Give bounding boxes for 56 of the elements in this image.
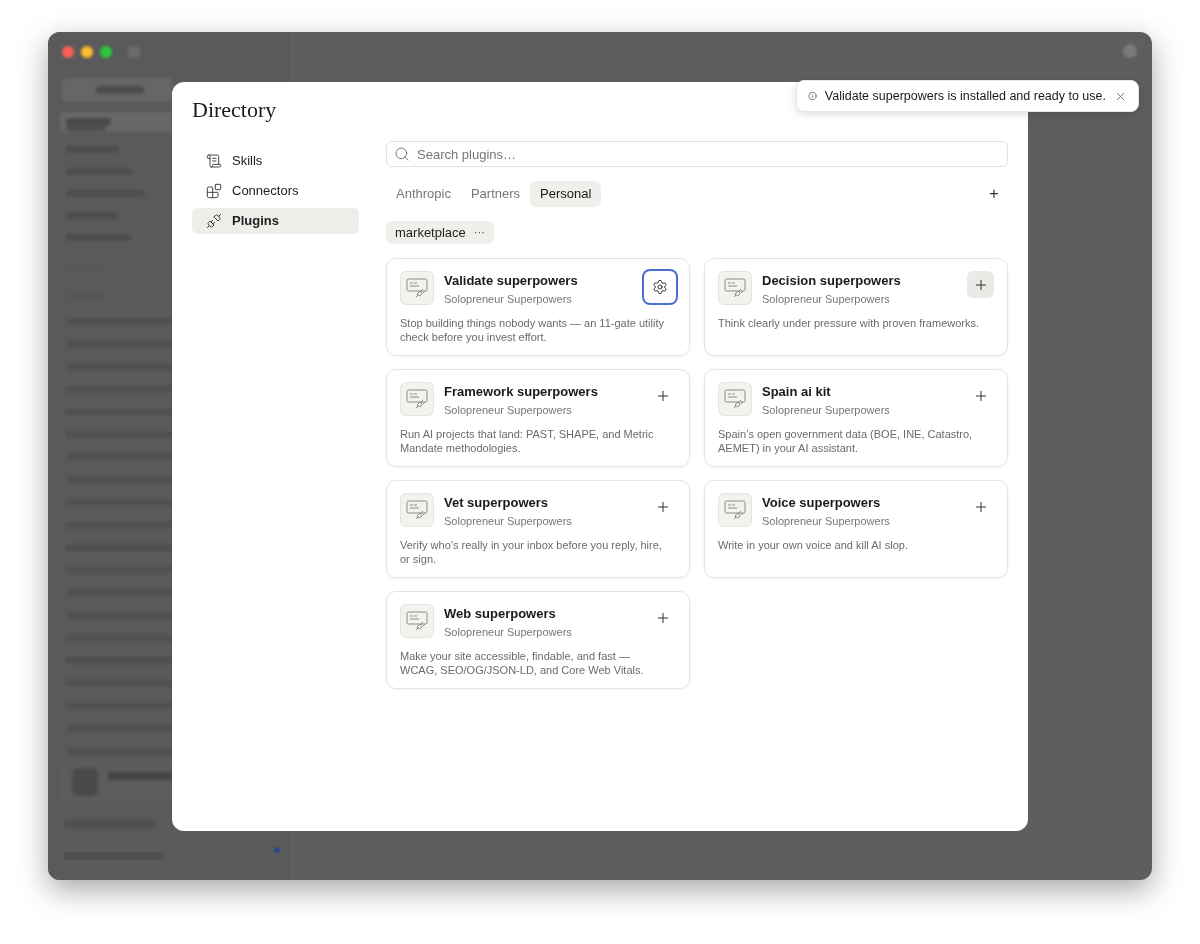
dialog-title: Directory (192, 98, 278, 122)
search-icon (394, 146, 410, 162)
plugin-icon (400, 271, 434, 305)
nav-item[interactable]: Skills (192, 148, 359, 174)
plugin-description: Verify who’s really in your inbox before you reply, hire, or sign. (400, 539, 663, 566)
plugin-card[interactable]: Framework superpowers Solopreneur Superpowers Run AI projects that land: PAST, SHAPE, and Metric Mandate methodologies. (386, 369, 690, 467)
add-tab-button[interactable]: + (984, 184, 1004, 204)
plugin-card[interactable]: Validate superpowers Solopreneur Superpowers Stop building things nobody wants — an 11-gate utility check before you invest effort. (386, 258, 690, 356)
plugin-card[interactable]: Spain ai kit Solopreneur Superpowers Spain’s open government data (BOE, INE, Catastro, AEMET) in your AI assistant. (704, 369, 1008, 467)
plugin-name: Validate superpowers (444, 272, 579, 290)
plugin-description: Run AI projects that land: PAST, SHAPE, and Metric Mandate methodologies. (400, 428, 655, 455)
toast-message: Validate superpowers is installed and ready to use. (824, 87, 1106, 105)
marketplace-filter[interactable]: marketplace ··· (386, 221, 494, 244)
settings-icon (652, 279, 668, 295)
plug-icon (206, 213, 222, 229)
plugin-description: Write in your own voice and kill AI slop. (718, 539, 909, 553)
plugin-card[interactable]: Voice superpowers Solopreneur Superpowers Write in your own voice and kill AI slop. (704, 480, 1008, 578)
plugin-publisher: Solopreneur Superpowers (444, 514, 573, 529)
plugin-name: Web superpowers (444, 605, 557, 623)
plugin-name: Voice superpowers (762, 494, 882, 512)
settings-button[interactable] (644, 271, 676, 303)
plugin-icon (400, 493, 434, 527)
nav-item[interactable]: Connectors (192, 178, 359, 204)
plugin-icon (718, 382, 752, 416)
plugin-publisher: Solopreneur Superpowers (762, 403, 891, 418)
notification-dot-icon (274, 847, 280, 853)
plugin-name: Spain ai kit (762, 383, 832, 401)
tab[interactable]: Anthropic (386, 181, 461, 207)
plugin-icon (400, 382, 434, 416)
plugin-name: Decision superpowers (762, 272, 902, 290)
plugin-description: Stop building things nobody wants — an 11-gate utility check before you invest effort. (400, 317, 665, 344)
add-button[interactable] (967, 271, 994, 298)
plugin-publisher: Solopreneur Superpowers (444, 403, 573, 418)
info-icon (808, 89, 817, 103)
account-icon (1122, 43, 1138, 59)
scroll-icon (206, 153, 222, 169)
plugin-description: Spain’s open government data (BOE, INE, Catastro, AEMET) in your AI assistant. (718, 428, 974, 455)
plugin-publisher: Solopreneur Superpowers (762, 292, 891, 307)
plugin-card[interactable]: Vet superpowers Solopreneur Superpowers Verify who’s really in your inbox before you reply, hire, or sign. (386, 480, 690, 578)
plugin-publisher: Solopreneur Superpowers (762, 514, 891, 529)
plugin-icon (718, 271, 752, 305)
blocks-icon (206, 183, 222, 199)
nav-item[interactable]: Plugins (192, 208, 359, 234)
tab[interactable]: Personal (530, 181, 602, 207)
plugin-name: Framework superpowers (444, 383, 599, 401)
plugin-description: Think clearly under pressure with proven frameworks. (718, 317, 981, 331)
plugin-card[interactable]: Web superpowers Solopreneur Superpowers Make your site accessible, findable, and fast — WCAG, SEO/OG/JSON-LD, and Core Web Vitals. (386, 591, 690, 689)
plugin-icon (718, 493, 752, 527)
search-field[interactable]: Search plugins… (386, 141, 1008, 167)
plugin-icon (400, 604, 434, 638)
plugin-publisher: Solopreneur Superpowers (444, 625, 573, 640)
plugin-publisher: Solopreneur Superpowers (444, 292, 573, 307)
plugin-card[interactable]: Decision superpowers Solopreneur Superpowers Think clearly under pressure with proven frameworks. (704, 258, 1008, 356)
plugin-description: Make your site accessible, findable, and fast — WCAG, SEO/OG/JSON-LD, and Core Web Vitals. (400, 650, 645, 677)
tab[interactable]: Partners (460, 181, 531, 207)
plugin-name: Vet superpowers (444, 494, 550, 512)
